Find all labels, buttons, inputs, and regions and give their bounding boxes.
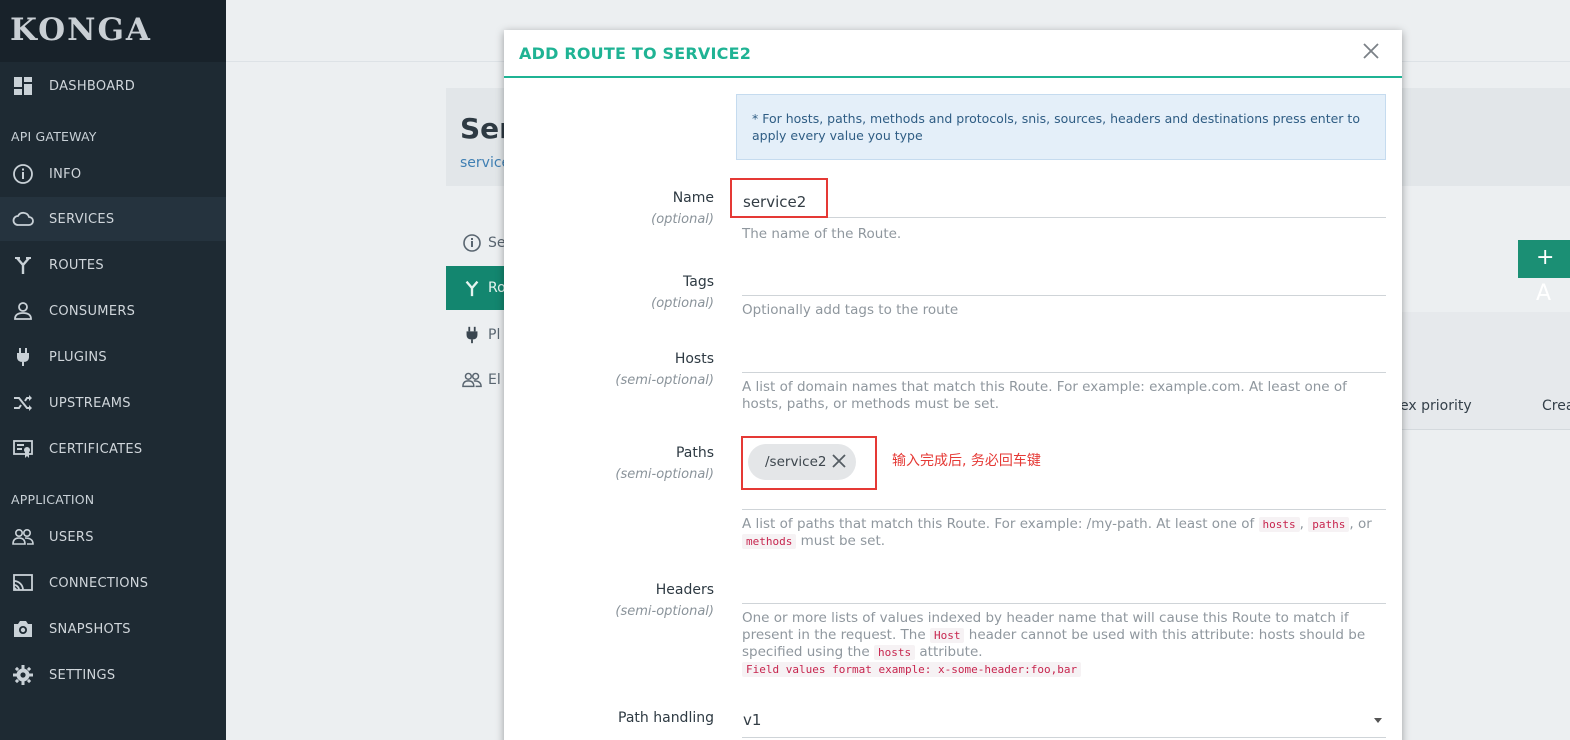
hosts-semi-optional-hint: (semi-optional) xyxy=(615,373,714,388)
add-route-button[interactable]: + A xyxy=(1518,240,1570,306)
cloud-icon xyxy=(12,208,34,230)
dashboard-icon xyxy=(12,75,34,97)
code-paths: paths xyxy=(1308,517,1350,532)
breadcrumb[interactable]: service xyxy=(460,155,510,171)
table-column-priority[interactable]: ex priority xyxy=(1400,398,1472,414)
users-icon xyxy=(12,526,34,548)
sidebar-item-snapshots[interactable]: SNAPSHOTS xyxy=(0,607,226,651)
highlight-box-paths xyxy=(741,436,877,490)
sidebar-item-upstreams[interactable]: UPSTREAMS xyxy=(0,381,226,425)
sidebar-item-label: INFO xyxy=(49,166,82,182)
path-handling-label: Path handling xyxy=(618,710,714,726)
sidebar-item-settings[interactable]: SETTINGS xyxy=(0,653,226,697)
sidebar-section-api-gateway: API GATEWAY xyxy=(11,129,97,144)
name-optional-hint: (optional) xyxy=(651,212,714,227)
brand-logo[interactable]: KONGA xyxy=(0,0,226,62)
headers-semi-optional-hint: (semi-optional) xyxy=(615,604,714,619)
code-hosts: hosts xyxy=(873,645,916,660)
paths-semi-optional-hint: (semi-optional) xyxy=(615,467,714,482)
name-label: Name xyxy=(672,190,714,206)
headers-help-text: One or more lists of values indexed by h… xyxy=(742,610,1366,677)
name-input[interactable]: service2 xyxy=(742,184,1386,218)
hosts-input[interactable] xyxy=(742,343,1386,373)
sidebar-item-label: CERTIFICATES xyxy=(49,441,143,457)
sidebar-item-label: PLUGINS xyxy=(49,349,107,365)
code-methods: methods xyxy=(742,534,797,549)
sidebar-item-dashboard[interactable]: DASHBOARD xyxy=(0,64,226,108)
table-column-created[interactable]: Crea xyxy=(1542,398,1570,414)
tags-optional-hint: (optional) xyxy=(651,296,714,311)
routes-icon xyxy=(12,254,34,276)
code-hosts: hosts xyxy=(1258,517,1300,532)
add-route-modal: ADD ROUTE TO SERVICE2 * For hosts, paths… xyxy=(504,30,1402,740)
paths-help-text: A list of paths that match this Route. F… xyxy=(742,516,1372,549)
tab-eligible-consumers[interactable]: El xyxy=(446,358,506,402)
cast-icon xyxy=(12,572,34,594)
certificate-icon xyxy=(12,438,34,460)
sidebar-item-label: SERVICES xyxy=(49,211,115,227)
sidebar-item-label: UPSTREAMS xyxy=(49,395,131,411)
highlight-box-name xyxy=(730,178,828,218)
code-header-format-example: Field values format example: x-some-head… xyxy=(742,662,1082,677)
sidebar-item-label: DASHBOARD xyxy=(49,78,136,94)
tags-label: Tags xyxy=(683,274,714,290)
path-handling-value: v1 xyxy=(743,711,762,729)
sidebar-item-label: ROUTES xyxy=(49,257,104,273)
sidebar-item-users[interactable]: USERS xyxy=(0,515,226,559)
code-host: Host xyxy=(929,628,965,643)
users-icon xyxy=(462,370,482,390)
annotation-press-enter: 输入完成后, 务必回车键 xyxy=(892,453,1041,469)
close-icon[interactable] xyxy=(1360,40,1382,62)
user-icon xyxy=(12,300,34,322)
tab-plugins[interactable]: Pl xyxy=(446,313,506,357)
info-icon xyxy=(12,163,34,185)
plug-icon xyxy=(462,325,482,345)
sidebar-item-label: SNAPSHOTS xyxy=(49,621,131,637)
sidebar-item-consumers[interactable]: CONSUMERS xyxy=(0,289,226,333)
routes-icon xyxy=(462,278,482,298)
sidebar-item-info[interactable]: INFO xyxy=(0,152,226,196)
gear-icon xyxy=(12,664,34,686)
paths-label: Paths xyxy=(675,445,714,461)
sidebar: KONGA DASHBOARD API GATEWAY INFO SERVICE… xyxy=(0,0,226,740)
tab-routes[interactable]: Ro xyxy=(446,266,506,310)
name-help-text: The name of the Route. xyxy=(742,226,902,242)
modal-header: ADD ROUTE TO SERVICE2 xyxy=(504,30,1402,78)
sidebar-item-plugins[interactable]: PLUGINS xyxy=(0,335,226,379)
sidebar-item-routes[interactable]: ROUTES xyxy=(0,243,226,287)
sidebar-item-label: CONNECTIONS xyxy=(49,575,149,591)
hosts-help-text: A list of domain names that match this R… xyxy=(742,379,1347,412)
tags-help-text: Optionally add tags to the route xyxy=(742,302,959,318)
sidebar-item-label: USERS xyxy=(49,529,94,545)
modal-title: ADD ROUTE TO SERVICE2 xyxy=(519,44,752,63)
chevron-down-icon[interactable] xyxy=(1374,718,1382,723)
info-icon xyxy=(462,233,482,253)
tab-service-details[interactable]: Se xyxy=(446,221,506,265)
info-alert: * For hosts, paths, methods and protocol… xyxy=(736,94,1386,160)
sidebar-section-application: APPLICATION xyxy=(11,492,95,507)
headers-input[interactable] xyxy=(742,574,1386,604)
sidebar-item-connections[interactable]: CONNECTIONS xyxy=(0,561,226,605)
tags-input[interactable] xyxy=(742,266,1386,296)
sidebar-item-services[interactable]: SERVICES xyxy=(0,197,226,241)
sidebar-item-label: CONSUMERS xyxy=(49,303,136,319)
sidebar-item-label: SETTINGS xyxy=(49,667,116,683)
path-handling-select[interactable]: v1 xyxy=(742,704,1386,738)
sidebar-item-certificates[interactable]: CERTIFICATES xyxy=(0,427,226,471)
shuffle-icon xyxy=(12,392,34,414)
camera-icon xyxy=(12,618,34,640)
hosts-label: Hosts xyxy=(674,351,714,367)
plug-icon xyxy=(12,346,34,368)
headers-label: Headers xyxy=(655,582,714,598)
